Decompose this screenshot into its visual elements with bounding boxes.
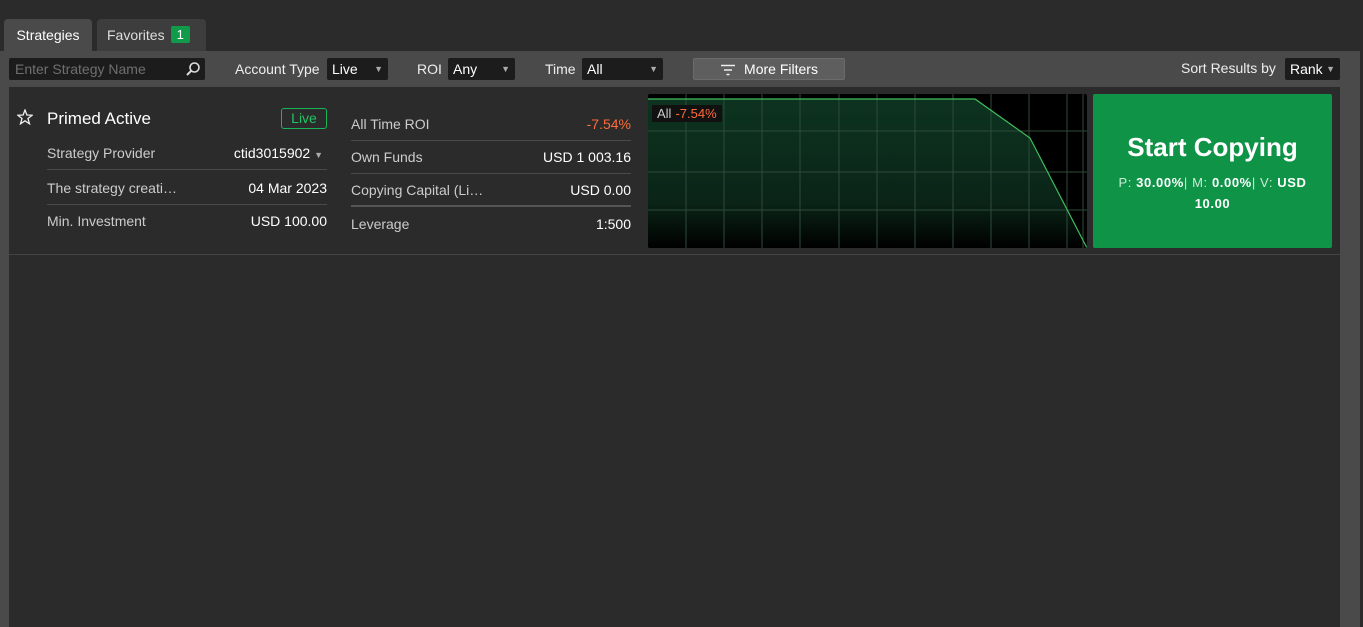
detail-value: 04 Mar 2023 xyxy=(248,180,327,196)
chevron-down-icon: ▼ xyxy=(1326,64,1335,74)
stat-value: USD 0.00 xyxy=(570,182,631,198)
strategy-card: Primed Active Live Strategy Provider cti… xyxy=(9,87,1340,255)
detail-value: USD 100.00 xyxy=(250,213,327,229)
filter-icon xyxy=(721,64,736,76)
provider-id: ctid3015902 xyxy=(233,145,311,161)
stat-key: Copying Capital (Li… xyxy=(351,182,484,198)
favorites-count-badge: 1 xyxy=(170,26,190,43)
filter-bar: Account Type Live ▼ ROI Any ▼ Time All ▼ Mo… xyxy=(0,51,1360,87)
roi-select[interactable]: Any ▼ xyxy=(448,58,515,80)
performance-fee: 30.00% xyxy=(1136,175,1184,190)
stat-row-copying-capital: Copying Capital (Li… USD 0.00 xyxy=(351,174,631,207)
start-copying-button[interactable]: Start Copying P: 30.00%| M: 0.00%| V: US… xyxy=(1093,94,1332,248)
account-live-badge: Live xyxy=(281,108,327,129)
fees-summary: P: 30.00%| M: 0.00%| V: USD 10.00 xyxy=(1118,175,1307,211)
more-filters-label: More Filters xyxy=(744,61,818,77)
stat-row-own-funds: Own Funds USD 1 003.16 xyxy=(351,141,631,174)
search-input[interactable] xyxy=(9,58,181,80)
strategy-list: Primed Active Live Strategy Provider cti… xyxy=(9,87,1340,627)
roi-value: Any xyxy=(453,61,478,77)
tab-favorites[interactable]: Favorites 1 xyxy=(97,19,206,52)
tab-strategies-label: Strategies xyxy=(16,27,80,43)
chevron-down-icon: ▼ xyxy=(501,64,510,74)
account-type-value: Live xyxy=(332,61,358,77)
detail-row-min-investment: Min. Investment USD 100.00 xyxy=(47,205,327,238)
roi-label: ROI xyxy=(417,61,442,77)
detail-row-created: The strategy creati… 04 Mar 2023 xyxy=(47,172,327,205)
chart-period-label: All -7.54% xyxy=(652,105,722,122)
tab-favorites-label: Favorites xyxy=(107,27,165,43)
performance-fee-label: P: xyxy=(1118,175,1132,190)
stat-key: All Time ROI xyxy=(351,116,430,132)
roi-chart[interactable]: All -7.54% xyxy=(648,94,1087,248)
strategy-name[interactable]: Primed Active xyxy=(47,109,151,129)
tab-bar: Strategies Favorites 1 xyxy=(0,0,1363,52)
search-icon[interactable] xyxy=(185,61,201,77)
chevron-down-icon: ▼ xyxy=(314,150,323,160)
stat-value: 1:500 xyxy=(595,216,631,232)
sort-label: Sort Results by xyxy=(1181,60,1276,76)
provider-link[interactable]: ctid3015902 ▼ xyxy=(234,137,323,172)
stat-row-roi: All Time ROI -7.54% xyxy=(351,108,631,141)
stat-row-leverage: Leverage 1:500 xyxy=(351,208,631,241)
favorite-star-icon[interactable] xyxy=(17,109,33,125)
sort-value: Rank xyxy=(1290,61,1323,77)
account-type-label: Account Type xyxy=(235,61,320,77)
management-fee-label: M: xyxy=(1192,175,1208,190)
strategies-panel: Account Type Live ▼ ROI Any ▼ Time All ▼ Mo… xyxy=(0,51,1360,627)
stat-key: Leverage xyxy=(351,216,410,232)
detail-key: Min. Investment xyxy=(47,213,146,229)
tab-strategies[interactable]: Strategies xyxy=(4,19,92,52)
chart-roi: -7.54% xyxy=(675,106,717,121)
start-copying-label: Start Copying xyxy=(1127,132,1298,162)
chevron-down-icon: ▼ xyxy=(649,64,658,74)
account-type-select[interactable]: Live ▼ xyxy=(327,58,388,80)
more-filters-button[interactable]: More Filters xyxy=(693,58,845,80)
stat-key: Own Funds xyxy=(351,149,423,165)
detail-row-provider: Strategy Provider ctid3015902 ▼ xyxy=(47,137,327,170)
stat-value: USD 1 003.16 xyxy=(543,149,631,165)
volume-fee-label: V: xyxy=(1260,175,1274,190)
chevron-down-icon: ▼ xyxy=(374,64,383,74)
chart-period: All xyxy=(657,106,672,121)
search-box xyxy=(9,58,205,80)
detail-key: Strategy Provider xyxy=(47,145,156,161)
time-select[interactable]: All ▼ xyxy=(582,58,663,80)
management-fee: 0.00% xyxy=(1211,175,1252,190)
sort-select[interactable]: Rank ▼ xyxy=(1285,58,1340,80)
stat-value-roi: -7.54% xyxy=(586,116,631,132)
time-label: Time xyxy=(545,61,576,77)
detail-key: The strategy creati… xyxy=(47,180,177,196)
time-value: All xyxy=(587,61,603,77)
